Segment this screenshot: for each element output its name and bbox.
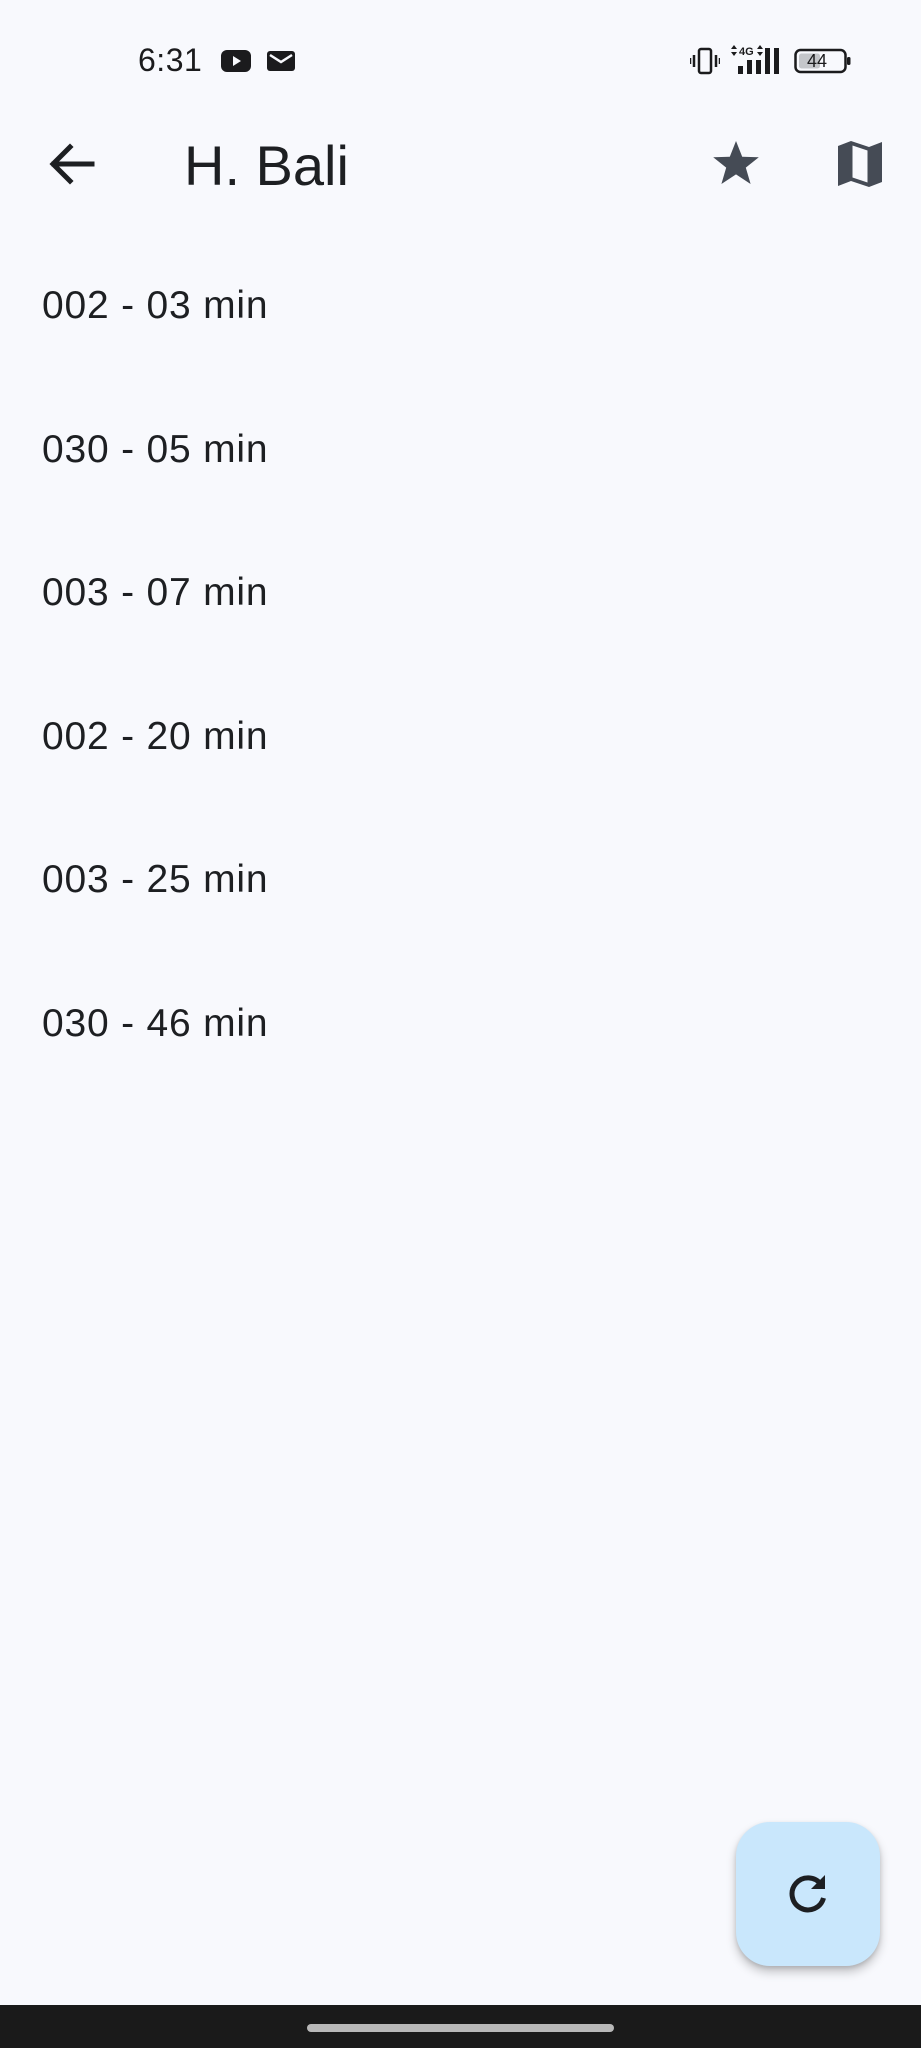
list-item[interactable]: 030 - 05 min xyxy=(0,376,921,520)
youtube-icon xyxy=(221,50,251,72)
mail-icon xyxy=(267,51,295,71)
arrival-label: 003 - 25 min xyxy=(42,858,269,901)
arrival-label: 003 - 07 min xyxy=(42,571,269,614)
refresh-button[interactable] xyxy=(736,1822,880,1966)
vibrate-icon xyxy=(690,47,720,75)
arrival-label: 002 - 03 min xyxy=(42,284,269,327)
arrival-label: 030 - 46 min xyxy=(42,1001,269,1045)
back-button[interactable] xyxy=(36,128,108,200)
map-icon xyxy=(838,141,882,187)
list-item[interactable]: 030 - 46 min xyxy=(0,950,921,1094)
star-icon xyxy=(713,141,759,184)
battery-level: 44 xyxy=(806,51,828,71)
map-button[interactable] xyxy=(824,128,896,200)
list-item[interactable]: 002 - 03 min xyxy=(0,232,921,376)
home-gesture-handle[interactable] xyxy=(307,2024,614,2032)
list-item[interactable]: 002 - 20 min xyxy=(0,663,921,807)
status-time: 6:31 xyxy=(138,42,203,78)
refresh-icon xyxy=(789,1875,826,1913)
list-item[interactable]: 003 - 25 min xyxy=(0,806,921,950)
back-arrow-icon xyxy=(49,143,95,185)
arrival-label: 002 - 20 min xyxy=(42,714,269,758)
arrival-label: 030 - 05 min xyxy=(42,427,269,471)
status-bar: 6:31 4G 44 xyxy=(0,0,921,124)
app-bar: H. Bali xyxy=(0,124,921,204)
list-item[interactable]: 003 - 07 min xyxy=(0,519,921,663)
page-title: H. Bali xyxy=(184,134,349,197)
arrival-list: 002 - 03 min 030 - 05 min 003 - 07 min 0… xyxy=(0,232,921,1093)
network-type: 4G xyxy=(739,46,754,58)
system-nav-bar xyxy=(0,2005,921,2048)
signal-icon: 4G xyxy=(731,45,779,74)
favorite-button[interactable] xyxy=(700,128,772,200)
